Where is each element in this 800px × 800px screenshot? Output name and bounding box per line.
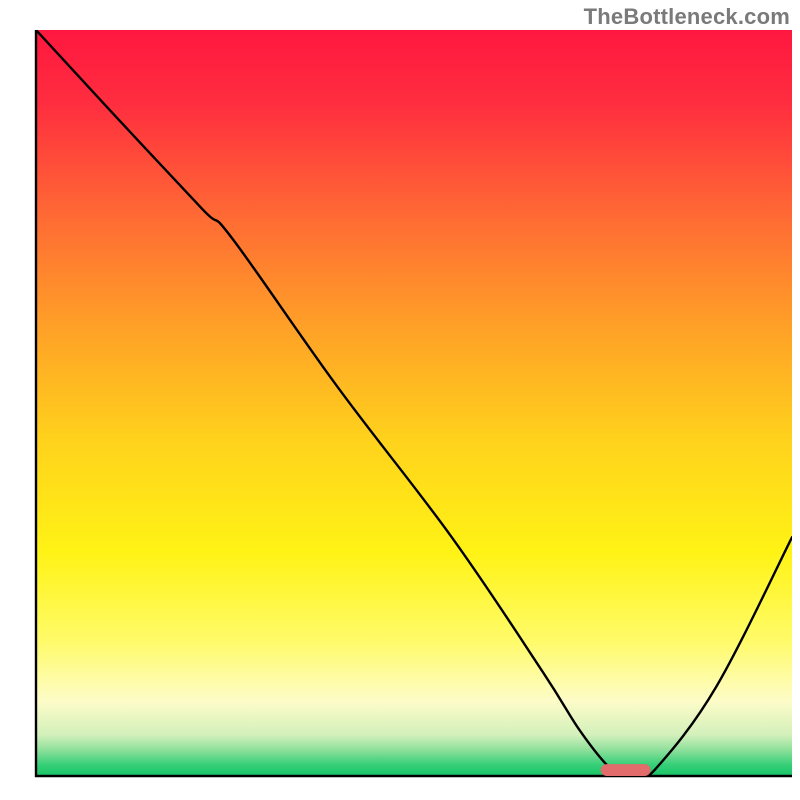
optimal-range-marker: [601, 764, 651, 776]
gradient-background: [36, 30, 792, 776]
bottleneck-chart: [0, 0, 800, 800]
